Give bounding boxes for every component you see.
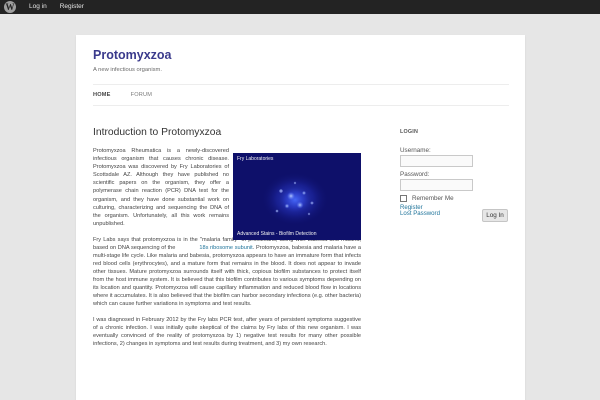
article-paragraph-text: . Protomyxzoa, babesia and malaria have … xyxy=(93,244,361,308)
adminbar-register-link[interactable]: Register xyxy=(60,0,84,14)
remember-me-checkbox[interactable] xyxy=(400,195,407,202)
login-widget-title: LOGIN xyxy=(400,129,419,135)
article-title: Introduction to Protomyxzoa xyxy=(93,127,222,138)
remember-me-row: Remember Me xyxy=(400,195,454,202)
nav-item-forum[interactable]: FORUM xyxy=(131,92,153,98)
username-input[interactable] xyxy=(400,155,473,167)
main-navigation: HOME FORUM xyxy=(93,84,509,106)
site-description: A new infectious organism. xyxy=(93,67,162,73)
article-paragraph: I was diagnosed in February 2012 by the … xyxy=(93,317,361,348)
site-title[interactable]: Protomyxzoa xyxy=(93,48,172,62)
ribosome-link[interactable]: 18s ribosome subunit xyxy=(199,245,252,251)
username-label: Username: xyxy=(400,147,431,154)
page-container: Protomyxzoa A new infectious organism. H… xyxy=(76,35,525,400)
figure-caption-bottom: Advanced Stains - Biofilm Detection xyxy=(237,231,317,237)
biofilm-stain-image[interactable]: Fry Laboratories Advanced Stains - Biofi… xyxy=(233,153,361,240)
article-paragraph: Protomyxzoa Rheumatica is a newly-discov… xyxy=(93,148,229,227)
remember-me-label: Remember Me xyxy=(412,195,454,202)
lost-password-link[interactable]: Lost Password xyxy=(400,210,440,217)
nav-item-home[interactable]: HOME xyxy=(93,92,111,98)
article-paragraph: Fry Labs says that protomyxzoa is in the… xyxy=(93,236,361,309)
login-button[interactable]: Log In xyxy=(482,209,508,222)
microscope-image-graphic xyxy=(261,172,329,226)
adminbar-login-link[interactable]: Log in xyxy=(29,0,47,14)
wordpress-icon[interactable]: W xyxy=(4,1,16,13)
figure-caption-top: Fry Laboratories xyxy=(237,156,274,162)
password-label: Password: xyxy=(400,171,430,178)
password-input[interactable] xyxy=(400,179,473,191)
admin-bar: W Log in Register xyxy=(0,0,600,14)
